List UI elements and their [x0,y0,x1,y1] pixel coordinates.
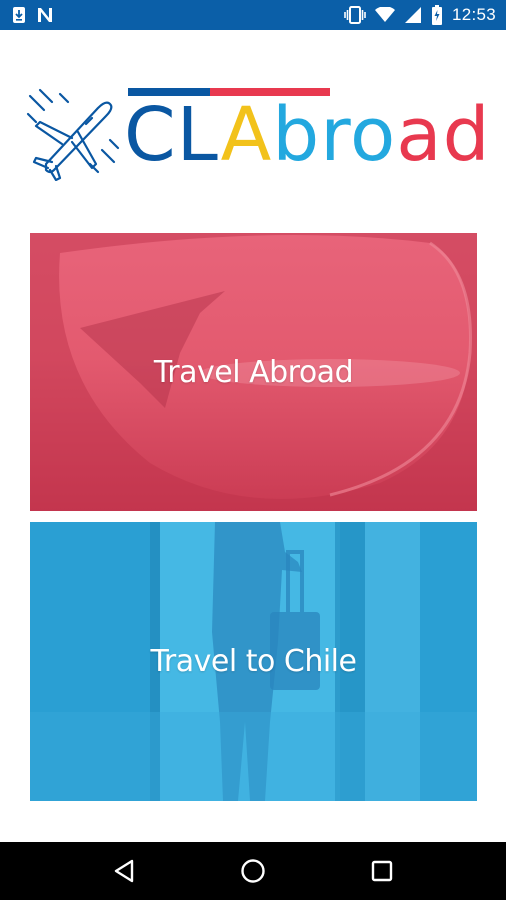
status-time: 12:53 [451,5,496,24]
travel-to-chile-label: Travel to Chile [150,644,357,679]
status-bar: 12:53 [0,0,506,30]
navigation-bar [0,842,506,900]
wifi-icon [374,7,395,23]
logo-text-ad: ad [396,92,491,178]
notification-n-icon [36,6,54,24]
airplane-icon [26,88,120,181]
travel-abroad-card[interactable]: Travel Abroad [30,233,477,511]
recents-button[interactable] [358,847,406,895]
back-icon [115,859,134,883]
back-button[interactable] [100,847,148,895]
travel-abroad-label: Travel Abroad [153,354,354,390]
home-button[interactable] [229,847,277,895]
status-right: 12:53 [344,5,496,25]
status-left [12,6,54,24]
app-logo: CLAbroad [26,84,490,184]
signal-icon [404,6,422,24]
travel-to-chile-card[interactable]: Travel to Chile [30,522,477,801]
logo-text-bro: bro [272,92,397,178]
vibrate-icon [344,6,366,24]
home-icon [241,859,265,883]
logo-text-a: A [220,92,273,178]
download-icon [12,6,26,24]
logo-wordmark: CLAbroad [124,90,491,180]
recents-icon [371,860,392,882]
logo-text-cl: CL [124,92,221,178]
battery-icon [431,5,443,25]
